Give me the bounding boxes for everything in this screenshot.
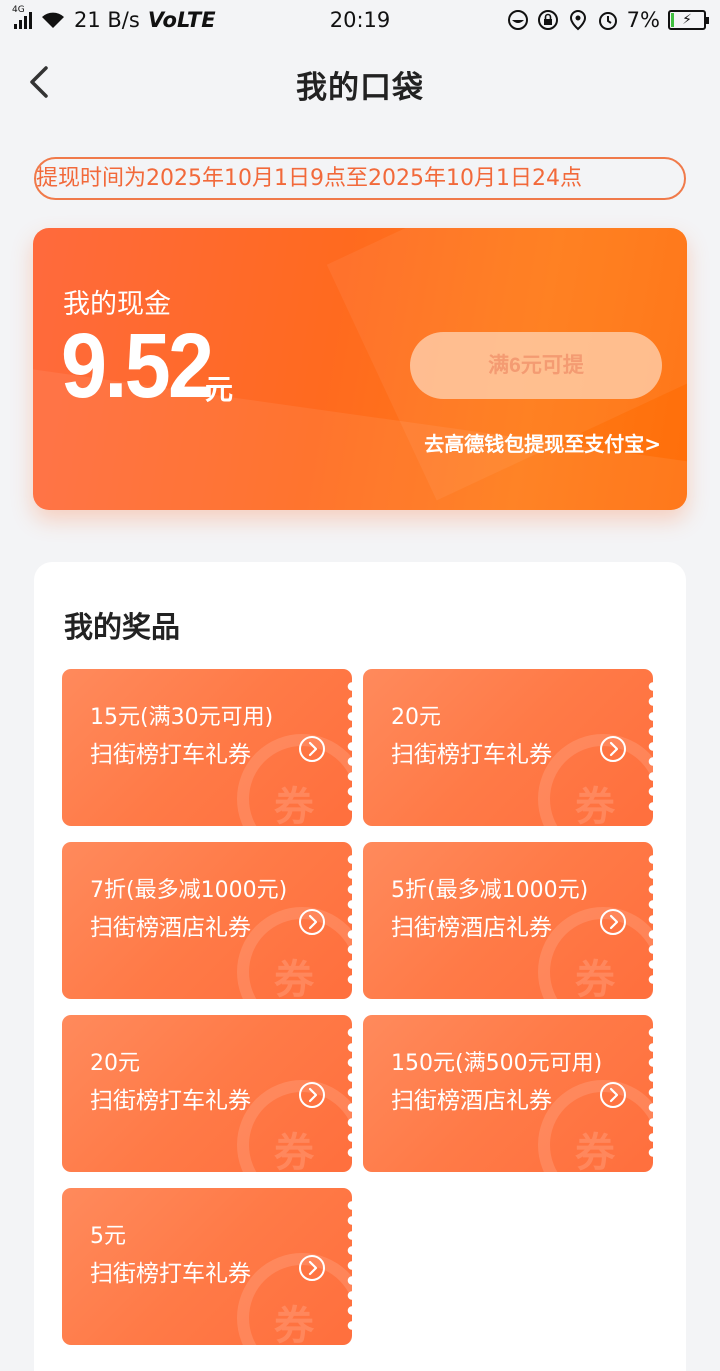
battery-percent: 7% xyxy=(626,8,660,32)
withdraw-time-notice: 提现时间为2025年10月1日9点至2025年10月1日24点 xyxy=(34,157,686,200)
coupon-notches xyxy=(647,679,653,816)
chevron-right-circle-icon[interactable] xyxy=(599,735,627,763)
prizes-title: 我的奖品 xyxy=(64,610,181,644)
coupon-watermark-text: 券 xyxy=(575,957,615,999)
coupon-notches xyxy=(346,1198,352,1335)
coupon-card[interactable]: 券 5元 扫街榜打车礼券 xyxy=(62,1188,352,1345)
coupon-card[interactable]: 券 15元(满30元可用) 扫街榜打车礼券 xyxy=(62,669,352,826)
coupon-value: 5折(最多减1000元) xyxy=(391,878,589,903)
coupon-card[interactable]: 券 5折(最多减1000元) 扫街榜酒店礼券 xyxy=(363,842,653,999)
network-speed: 21 B/s xyxy=(74,8,140,32)
alarm-icon xyxy=(598,12,617,30)
cash-amount: 9.52 xyxy=(61,315,214,417)
coupon-name: 扫街榜打车礼券 xyxy=(90,742,251,768)
coupon-name: 扫街榜酒店礼券 xyxy=(391,915,552,941)
coupon-notches xyxy=(346,852,352,989)
coupon-watermark-text: 券 xyxy=(274,1303,314,1345)
alipay-withdraw-link[interactable]: 去高德钱包提现至支付宝> xyxy=(424,428,661,457)
chevron-right-circle-icon[interactable] xyxy=(298,1081,326,1109)
cash-unit: 元 xyxy=(205,373,234,406)
coupon-value: 15元(满30元可用) xyxy=(90,705,274,730)
coupon-watermark-text: 券 xyxy=(274,784,314,826)
battery-fill xyxy=(671,13,674,27)
status-bar: 4G 21 B/s VoLTE 20:19 7% ⚡ xyxy=(0,0,720,40)
coupon-name: 扫街榜酒店礼券 xyxy=(391,1088,552,1114)
coupon-value: 20元 xyxy=(391,705,441,730)
coupon-notches xyxy=(346,1025,352,1162)
volte-label: VoLTE xyxy=(147,8,216,32)
prizes-section: 我的奖品 券 15元(满30元可用) 扫街榜打车礼券 券 20元 扫街榜打车礼券… xyxy=(34,562,686,1371)
coupon-watermark-text: 券 xyxy=(274,1130,314,1172)
cash-card: 我的现金 9.52 元 满6元可提 去高德钱包提现至支付宝> xyxy=(33,228,687,510)
coupon-value: 7折(最多减1000元) xyxy=(90,878,288,903)
coupon-notches xyxy=(647,1025,653,1162)
signal-icon: 4G xyxy=(12,5,32,29)
coupon-notches xyxy=(647,852,653,989)
coupon-watermark-text: 券 xyxy=(575,784,615,826)
lock-rotate-icon xyxy=(537,10,558,30)
coupon-watermark-text: 券 xyxy=(274,957,314,999)
coupon-value: 150元(满500元可用) xyxy=(391,1051,603,1076)
coupon-watermark-text: 券 xyxy=(575,1130,615,1172)
header: 我的口袋 xyxy=(0,48,720,118)
coupon-value: 5元 xyxy=(90,1224,126,1249)
network-type: 4G xyxy=(12,5,25,15)
wifi-icon xyxy=(42,12,64,28)
coupon-value: 20元 xyxy=(90,1051,140,1076)
chevron-right-circle-icon[interactable] xyxy=(599,1081,627,1109)
coupon-card[interactable]: 券 20元 扫街榜打车礼券 xyxy=(363,669,653,826)
chevron-right-circle-icon[interactable] xyxy=(599,908,627,936)
chevron-right-circle-icon[interactable] xyxy=(298,1254,326,1282)
coupon-name: 扫街榜酒店礼券 xyxy=(90,915,251,941)
page-title: 我的口袋 xyxy=(296,70,424,106)
withdraw-button[interactable]: 满6元可提 xyxy=(410,332,662,399)
coupon-name: 扫街榜打车礼券 xyxy=(391,742,552,768)
coupon-name: 扫街榜打车礼券 xyxy=(90,1261,251,1287)
coupon-card[interactable]: 券 150元(满500元可用) 扫街榜酒店礼券 xyxy=(363,1015,653,1172)
status-left: 4G 21 B/s VoLTE xyxy=(12,5,216,32)
location-icon xyxy=(569,9,586,31)
coupon-card[interactable]: 券 7折(最多减1000元) 扫街榜酒店礼券 xyxy=(62,842,352,999)
status-right: 7% ⚡ xyxy=(507,8,709,32)
coupon-notches xyxy=(346,679,352,816)
battery-icon: ⚡ xyxy=(668,10,709,30)
chevron-right-circle-icon[interactable] xyxy=(298,735,326,763)
coupon-name: 扫街榜打车礼券 xyxy=(90,1088,251,1114)
coupon-card[interactable]: 券 20元 扫街榜打车礼券 xyxy=(62,1015,352,1172)
chevron-right-circle-icon[interactable] xyxy=(298,908,326,936)
chat-icon xyxy=(507,10,528,30)
charging-bolt-icon: ⚡ xyxy=(682,12,692,28)
